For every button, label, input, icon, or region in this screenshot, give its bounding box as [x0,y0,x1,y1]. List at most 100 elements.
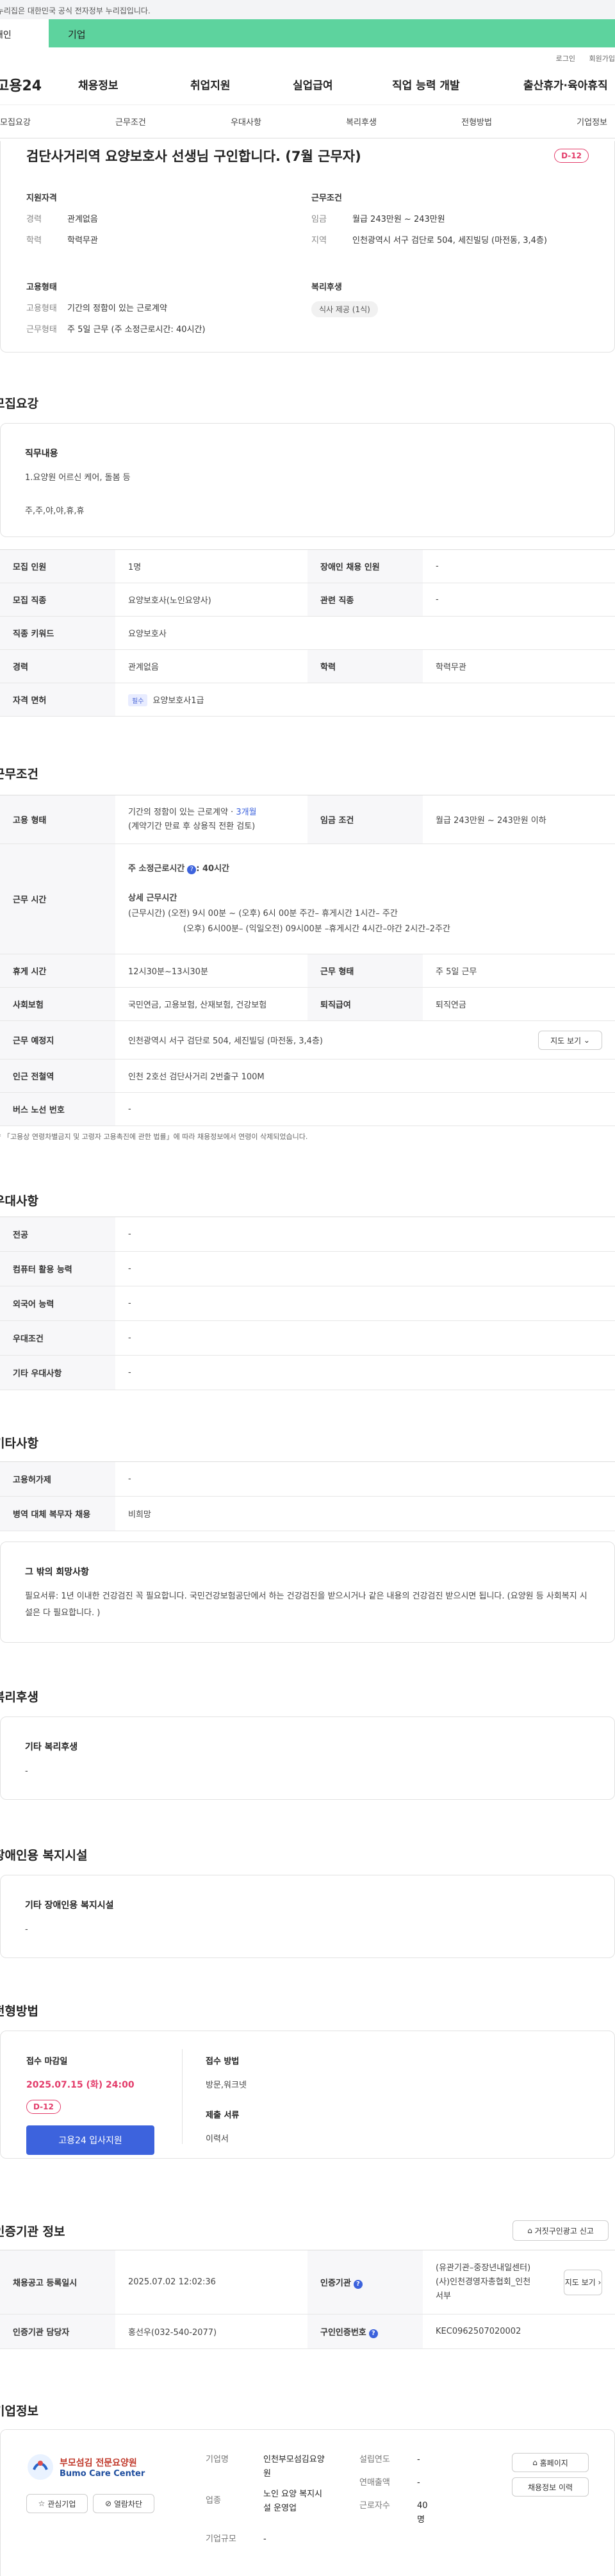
other-wish-value: 필요서류: 1년 이내한 건강검진 꼭 필요합니다. 국민건강보험공단에서 하는… [25,1591,587,1618]
r-career-label: 경력 [0,649,115,683]
block-view-button[interactable]: ⊘ 열람차단 [93,2494,154,2513]
e-equip-label: 고용허가제 [0,1461,115,1497]
apply-button[interactable]: 고용24 입사지원 [26,2125,154,2155]
favorite-company-button[interactable]: ☆ 관심기업 [26,2494,88,2513]
login-link[interactable]: 로그인 [556,54,575,63]
gnb-item-training[interactable]: 직업 능력 개발 [392,76,523,92]
c-ind-label: 업종 [206,2496,221,2505]
org-map-button[interactable]: 지도 보기 › [564,2270,602,2295]
map-view-label: 지도 보기 [550,1036,582,1045]
emp-title: 고용형태 [26,283,57,292]
tab-personal[interactable]: 개인 [0,19,49,47]
work-table: 고용 형태 기간의 정함이 있는 근로계약 · 3개월 (계약기간 만료 후 상용직… [0,795,615,1126]
job-value: 요양보호사(노인요양사) [115,583,308,617]
w-ret-label: 퇴직급여 [308,987,423,1021]
gnb-item-unemployment[interactable]: 실업급여 [293,76,392,92]
signup-link[interactable]: 회원가입 [589,54,615,63]
p-etc-label: 기타 우대사항 [0,1355,115,1390]
docs-value: 이력서 [206,2134,229,2144]
screen-box: 접수 마감일 2025.07.15 (화) 24:00 D-12 고용24 입사… [0,2031,615,2159]
welfare-box-value: - [25,1766,28,1776]
dis-label: 장애인 채용 인원 [308,549,423,583]
pref-table: 전공 - 컴퓨터 활용 능력 - 외국어 능력 - 우대조건 - 기타 우대사항 - [0,1217,615,1390]
info-icon[interactable]: ? [187,865,197,874]
chevron-down-icon: ⌄ [583,1036,590,1045]
w-emp-note: (계약기간 만료 후 상용직 전환 검토) [128,821,256,831]
home-icon: ⌂ [527,2226,535,2235]
tab-company[interactable]: 기업 [49,19,615,47]
apply-button-label: 고용24 입사지원 [58,2136,122,2146]
report-fake-ad-button[interactable]: ⌂ 거짓구인광고 신고 [512,2220,609,2241]
career-label: 경력 [26,215,42,224]
w-place-cell: 인천광역시 서구 검단로 504, 세진빌딩 (마전동, 3,4층) 지도 보기 … [115,1020,615,1059]
deadline-title: 접수 마감일 [26,2057,68,2066]
w-form-label: 근무 형태 [308,954,423,988]
other-wish-box: 그 밖의 희망사항 필요서류: 1년 이내한 건강검진 꼭 필요합니다. 국민건… [0,1541,615,1643]
w-time-detail-title: 상세 근무시간 [128,893,177,903]
gnb-item-leave[interactable]: 출산휴가·육아휴직 [523,76,608,92]
p-cond-value: - [115,1320,615,1356]
org-label-cell: 인증기관? [308,2250,423,2314]
site-logo[interactable]: 고용24 [0,74,67,95]
company-logo-ko: 부모섬김 전문요양원 [60,2457,137,2468]
subnav-company[interactable]: 기업정보 [577,115,607,128]
summary-employment: 고용형태 고용형태 기간의 정함이 있는 근로계약 근무형태 주 5일 근무 (주 … [26,280,311,344]
deadline-value: 2025.07.15 (화) 24:00 [26,2080,135,2090]
recruit-table: 모집 인원 1명 장애인 채용 인원 - 모집 직종 요양보호사(노인요양사) 관련 직종… [0,549,615,717]
utility-links: 로그인 회원가입 [0,47,615,64]
w-ins-value: 국민연금, 고용보험, 산재보험, 건강보험 [115,987,308,1021]
disab-box-title: 기타 장애인용 복지시설 [25,1900,114,1911]
duty-line-1: 1.요양원 어르신 케어, 돌봄 등 [25,473,131,483]
map-view-button[interactable]: 지도 보기 ⌄ [538,1031,602,1050]
p-pc-label: 컴퓨터 활용 능력 [0,1251,115,1286]
disab-section-title: 장애인용 복지시설 [0,1849,88,1863]
welfare-box: 기타 복리후생 - [0,1716,615,1800]
emptype-value: 기간의 정함이 있는 근로계약 [67,304,167,313]
subnav-work[interactable]: 근무조건 [115,115,146,128]
worktype-value: 주 5일 근무 (주 소정근로시간: 40시간) [67,325,206,335]
lic-value: 요양보호사1급 [152,695,204,706]
chevron-right-icon: › [598,2278,602,2287]
dday-badge: D-12 [554,149,589,163]
w-time-label: 근무 시간 [0,843,115,954]
w-emp-cell: 기간의 정함이 있는 근로계약 · 3개월 (계약기간 만료 후 상용직 전환 검… [115,795,308,844]
w-place-value: 인천광역시 서구 검단로 504, 세진빌딩 (마전동, 3,4층) [128,1036,323,1046]
e-mil-value: 비희망 [115,1496,615,1531]
w-time-cell: 주 소정근로시간?: 40시간 상세 근무시간 (근무시간) (오전) 9시 0… [115,843,615,954]
gnb-item-jobs[interactable]: 채용정보 [78,76,190,92]
home-icon: ⌂ [532,2458,540,2467]
homepage-button[interactable]: ⌂ 홈페이지 [512,2453,589,2472]
duty-line-2: 주,주,야,야,휴,휴 [25,506,85,516]
gnb-item-support[interactable]: 취업지원 [190,76,293,92]
info-icon[interactable]: ? [353,2279,363,2289]
job-history-label: 채용정보 이력 [527,2482,573,2492]
c-emp-value: 40명 [417,2501,428,2525]
info-icon[interactable]: ? [368,2329,378,2338]
w-emp-value: 기간의 정함이 있는 근로계약 · [128,807,236,817]
duty-box: 직무내용 1.요양원 어르신 케어, 돌봄 등 주,주,야,야,휴,휴 [0,423,615,537]
company-box: 부모섬김 전문요양원 Bumo Care Center ☆ 관심기업 ⊘ 열람차… [0,2429,615,2576]
p-cond-label: 우대조건 [0,1320,115,1356]
emptype-label: 고용형태 [26,304,57,313]
report-fake-ad-label: 거짓구인광고 신고 [534,2226,594,2236]
e-equip-value: - [115,1461,615,1497]
kw-value: 요양보호사 [115,616,615,650]
subnav-screen[interactable]: 전형방법 [461,115,492,128]
wage-label: 임금 [311,215,327,224]
favorite-company-label: 관심기업 [47,2499,76,2509]
w-wage-value: 월급 243만원 ~ 243만원 이하 [423,795,615,844]
w-form-value: 주 5일 근무 [423,954,615,988]
org-label: 인증기관 [320,2278,351,2288]
r-career-value: 관계없음 [115,649,308,683]
count-label: 모집 인원 [0,549,115,583]
c-name-value: 인천부모섬김요양 원 [263,2453,347,2481]
subnav-welfare[interactable]: 복리후생 [346,115,377,128]
company-logo-icon [28,2454,53,2480]
w-ret-value: 퇴직연금 [423,987,615,1021]
subnav-recruit[interactable]: 모집요강 [0,115,31,128]
screen-dday-badge: D-12 [26,2100,61,2114]
p-major-value: - [115,1217,615,1252]
job-history-button[interactable]: 채용정보 이력 [512,2477,589,2497]
worktype-label: 근무형태 [26,325,57,335]
subnav-pref[interactable]: 우대사항 [231,115,261,128]
